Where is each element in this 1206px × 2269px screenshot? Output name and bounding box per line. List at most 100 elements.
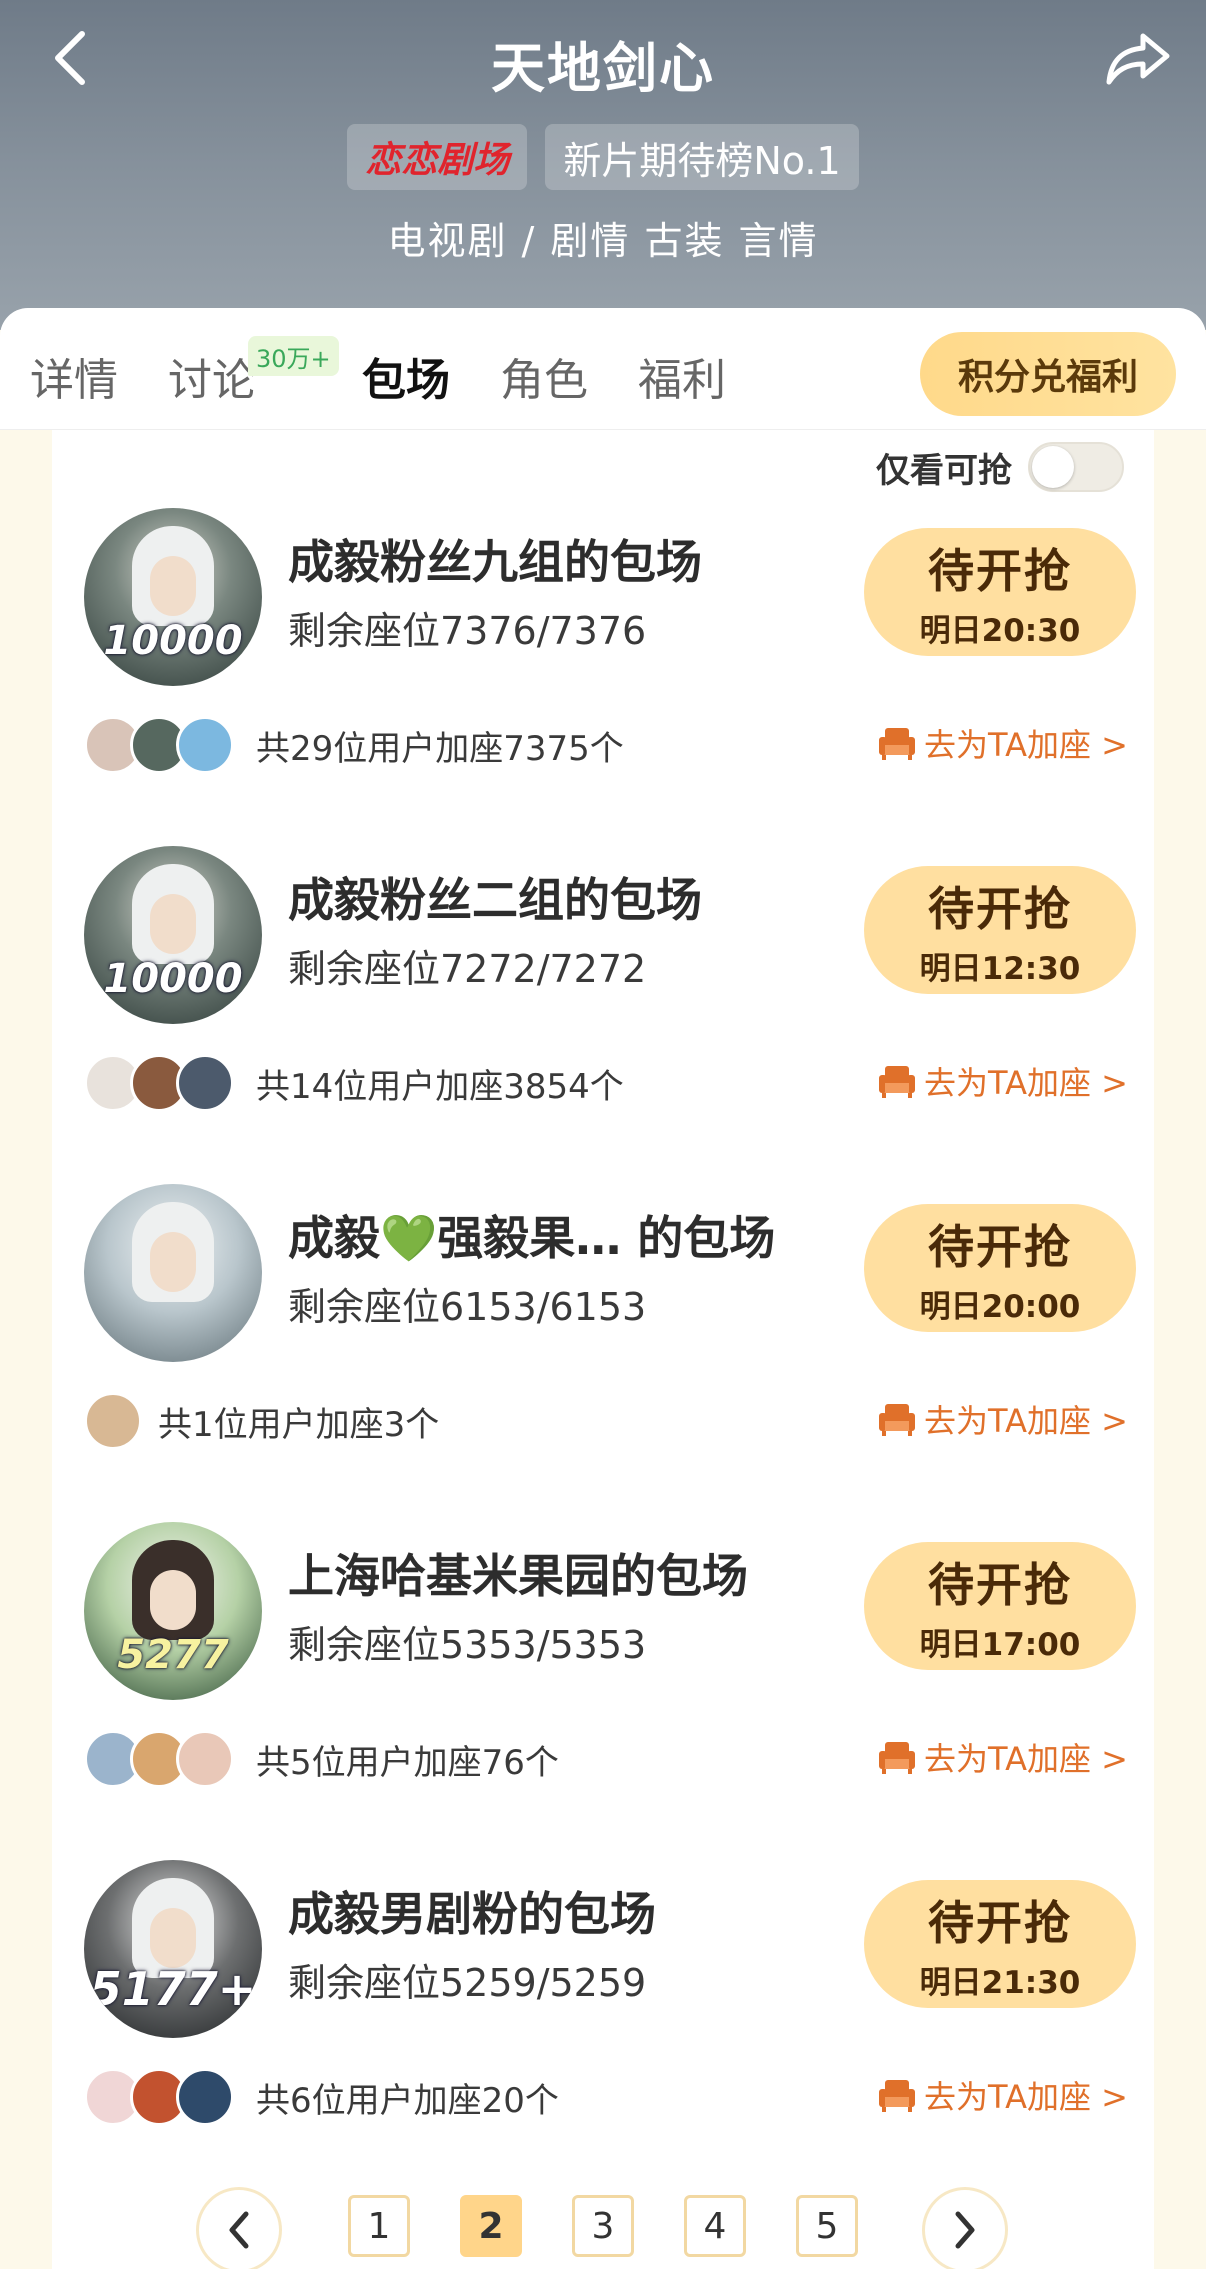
page-button-5[interactable]: 5 [796,2195,858,2257]
organizer-avatar [84,1184,262,1362]
add-seat-label: 去为TA加座 > [924,1402,1128,1440]
tab-characters[interactable]: 角色 [500,344,588,408]
booking-title: 成毅💚强毅果… 的包场 [288,1211,776,1265]
prev-page-button[interactable] [196,2187,282,2269]
avatar [176,716,234,774]
booking-title: 上海哈基米果园的包场 [288,1549,748,1603]
share-button[interactable] [1100,28,1176,88]
tab-bar: 详情 讨论 30万+ 包场 角色 福利 积分兑福利 [0,308,1206,430]
sofa-icon [879,728,915,760]
joined-users: 共5位用户加座76个 [84,1728,559,1790]
joined-users-text: 共5位用户加座76个 [256,1742,559,1783]
avatar [84,1392,142,1450]
grab-button[interactable]: 待开抢 明日12:30 [864,866,1136,994]
booking-list-panel: 仅看可抢 10000 成毅粉丝九组的包场 剩余座位7376/7376 待开抢 明… [52,430,1154,2269]
organizer-avatar: 10000 [84,508,262,686]
grab-button-label: 待开抢 [928,1557,1072,1612]
avatar [176,2068,234,2126]
tab-benefits[interactable]: 福利 [638,344,726,408]
page-title: 天地剑心 [491,37,715,100]
rank-badge[interactable]: 新片期待榜No.1 [545,124,859,190]
joined-users: 共29位用户加座7375个 [84,714,624,776]
sofa-icon [879,1066,915,1098]
tab-details[interactable]: 详情 [30,344,118,408]
avatar-overlay-text: 10000 [103,956,243,1002]
add-seat-label: 去为TA加座 > [924,1740,1128,1778]
booking-title: 成毅粉丝九组的包场 [288,535,702,589]
genre-line: 电视剧 / 剧情 古装 言情 [387,219,819,263]
grab-button[interactable]: 待开抢 明日20:30 [864,528,1136,656]
organizer-avatar: 5277 [84,1522,262,1700]
page-button-1[interactable]: 1 [348,2195,410,2257]
joined-users-text: 共29位用户加座7375个 [256,728,624,769]
grab-time: 明日20:30 [919,612,1081,649]
avatar-overlay-text: 5177+ [89,1962,257,2016]
grab-button-label: 待开抢 [928,1219,1072,1274]
brand-badge[interactable]: 恋恋剧场 [347,124,528,190]
brand-logo: 恋恋剧场 [365,140,510,181]
joined-users-text: 共1位用户加座3个 [158,1404,440,1445]
chevron-left-icon [229,2211,249,2249]
grab-time: 明日12:30 [919,950,1081,987]
grab-time: 明日17:00 [919,1626,1081,1663]
add-seat-label: 去为TA加座 > [924,1064,1128,1102]
points-exchange-button[interactable]: 积分兑福利 [920,332,1176,416]
page-button-4[interactable]: 4 [684,2195,746,2257]
grab-button[interactable]: 待开抢 明日20:00 [864,1204,1136,1332]
add-seat-link[interactable]: 去为TA加座 > [878,1058,1128,1104]
add-seat-link[interactable]: 去为TA加座 > [878,720,1128,766]
joined-users-text: 共14位用户加座3854个 [256,1066,624,1107]
grab-button[interactable]: 待开抢 明日17:00 [864,1542,1136,1670]
header-badges: 恋恋剧场 新片期待榜No.1 [0,124,1206,190]
grab-time: 明日21:30 [919,1964,1081,2001]
remaining-seats: 剩余座位7376/7376 [288,609,647,653]
page-button-2[interactable]: 2 [460,2195,522,2257]
grab-button[interactable]: 待开抢 明日21:30 [864,1880,1136,2008]
joined-users: 共1位用户加座3个 [84,1390,439,1452]
share-icon [1106,33,1170,85]
sofa-icon [879,1742,915,1774]
grab-time: 明日20:00 [919,1288,1081,1325]
page-button-3[interactable]: 3 [572,2195,634,2257]
tab-discussion[interactable]: 讨论 [168,344,256,408]
pagination: 1 2 3 4 5 [0,2183,1206,2269]
booking-title: 成毅男剧粉的包场 [288,1887,656,1941]
booking-card[interactable]: 10000 成毅粉丝二组的包场 剩余座位7272/7272 待开抢 明日12:3… [52,846,1154,1184]
booking-card[interactable]: 10000 成毅粉丝九组的包场 剩余座位7376/7376 待开抢 明日20:3… [52,508,1154,846]
sofa-icon [879,1404,915,1436]
remaining-seats: 剩余座位7272/7272 [288,947,647,991]
booking-title: 成毅粉丝二组的包场 [288,873,702,927]
avatar-overlay-text: 5277 [117,1632,229,1678]
next-page-button[interactable] [922,2187,1008,2269]
page-header: 天地剑心 恋恋剧场 新片期待榜No.1 电视剧 / 剧情 古装 言情 [0,0,1206,330]
avatar [176,1054,234,1112]
available-only-toggle[interactable] [1028,442,1124,492]
discussion-count-badge: 30万+ [248,336,339,376]
add-seat-label: 去为TA加座 > [924,2078,1128,2116]
joined-users: 共6位用户加座20个 [84,2066,559,2128]
grab-button-label: 待开抢 [928,881,1072,936]
organizer-avatar: 10000 [84,846,262,1024]
avatar [176,1730,234,1788]
chevron-right-icon [955,2211,975,2249]
add-seat-link[interactable]: 去为TA加座 > [878,1734,1128,1780]
tab-booking[interactable]: 包场 [362,344,450,408]
organizer-avatar: 5177+ [84,1860,262,2038]
filter-label: 仅看可抢 [876,450,1012,491]
add-seat-label: 去为TA加座 > [924,726,1128,764]
grab-button-label: 待开抢 [928,543,1072,598]
booking-card[interactable]: 5277 上海哈基米果园的包场 剩余座位5353/5353 待开抢 明日17:0… [52,1522,1154,1860]
remaining-seats: 剩余座位5353/5353 [288,1623,647,1667]
toggle-knob [1032,446,1074,488]
avatar-overlay-text: 10000 [103,618,243,664]
sofa-icon [879,2080,915,2112]
remaining-seats: 剩余座位5259/5259 [288,1961,647,2005]
add-seat-link[interactable]: 去为TA加座 > [878,2072,1128,2118]
booking-card[interactable]: 成毅💚强毅果… 的包场 剩余座位6153/6153 待开抢 明日20:00 共1… [52,1184,1154,1522]
add-seat-link[interactable]: 去为TA加座 > [878,1396,1128,1442]
booking-card[interactable]: 5177+ 成毅男剧粉的包场 剩余座位5259/5259 待开抢 明日21:30… [52,1860,1154,2198]
filter-available: 仅看可抢 [876,442,1124,492]
joined-users: 共14位用户加座3854个 [84,1052,624,1114]
joined-users-text: 共6位用户加座20个 [256,2080,559,2121]
grab-button-label: 待开抢 [928,1895,1072,1950]
